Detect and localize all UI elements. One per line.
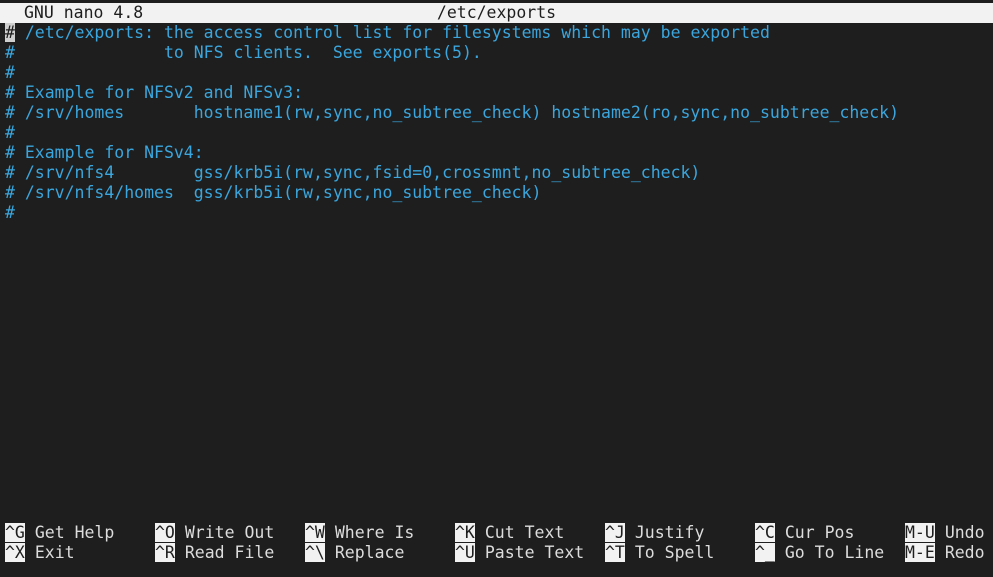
shortcut-exit[interactable]: ^X Exit xyxy=(5,543,75,563)
editor-line[interactable]: # /srv/homes hostname1(rw,sync,no_subtre… xyxy=(0,103,993,123)
file-name: /etc/exports xyxy=(436,3,557,22)
shortcut-bar: ^G Get Help ^O Write Out ^W Where Is ^K Cut … xyxy=(0,523,993,563)
editor-line[interactable]: # Example for NFSv4: xyxy=(0,143,993,163)
shortcut-label: Undo xyxy=(944,523,985,542)
shortcut-go-to-line[interactable]: ^_ Go To Line xyxy=(755,543,884,563)
shortcut-read-file[interactable]: ^R Read File xyxy=(155,543,274,563)
editor-line[interactable]: # xyxy=(0,203,993,223)
editor-line[interactable]: # xyxy=(0,63,993,83)
shortcut-key: ^W xyxy=(305,523,325,542)
shortcut-where-is[interactable]: ^W Where Is xyxy=(305,523,414,543)
shortcut-label: Cur Pos xyxy=(784,523,855,542)
shortcut-label: Get Help xyxy=(34,523,115,542)
shortcut-key: ^J xyxy=(605,523,625,542)
editor-line[interactable]: # Example for NFSv2 and NFSv3: xyxy=(0,83,993,103)
shortcut-label: Redo xyxy=(944,543,985,562)
shortcut-paste-text[interactable]: ^U Paste Text xyxy=(455,543,584,563)
shortcut-key: ^R xyxy=(155,543,175,562)
shortcut-label: Read File xyxy=(184,543,275,562)
editor-line[interactable]: # to NFS clients. See exports(5). xyxy=(0,43,993,63)
shortcut-key: ^T xyxy=(605,543,625,562)
shortcut-label: Paste Text xyxy=(484,543,585,562)
shortcut-key: ^G xyxy=(5,523,25,542)
shortcut-key: ^_ xyxy=(755,543,775,562)
shortcut-key: ^K xyxy=(455,523,475,542)
shortcut-get-help[interactable]: ^G Get Help xyxy=(5,523,114,543)
editor-line[interactable]: # /srv/nfs4 gss/krb5i(rw,sync,fsid=0,cro… xyxy=(0,163,993,183)
shortcut-replace[interactable]: ^\ Replace xyxy=(305,543,404,563)
shortcut-cur-pos[interactable]: ^C Cur Pos xyxy=(755,523,854,543)
shortcut-label: Write Out xyxy=(184,523,275,542)
shortcut-label: Cut Text xyxy=(484,523,565,542)
shortcut-write-out[interactable]: ^O Write Out xyxy=(155,523,274,543)
shortcut-label: To Spell xyxy=(634,543,715,562)
shortcut-label: Exit xyxy=(34,543,75,562)
shortcut-label: Replace xyxy=(334,543,405,562)
editor-line-text: /etc/exports: the access control list fo… xyxy=(14,23,770,42)
shortcut-justify[interactable]: ^J Justify xyxy=(605,523,704,543)
shortcut-key: ^O xyxy=(155,523,175,542)
shortcut-key: ^U xyxy=(455,543,475,562)
text-cursor: # xyxy=(5,23,15,42)
shortcut-key: M-E xyxy=(905,543,935,562)
shortcut-undo[interactable]: M-U Undo xyxy=(905,523,985,543)
shortcut-key: ^C xyxy=(755,523,775,542)
shortcut-cut-text[interactable]: ^K Cut Text xyxy=(455,523,564,543)
editor-area[interactable]: # /etc/exports: the access control list … xyxy=(0,23,993,223)
shortcut-label: Go To Line xyxy=(784,543,885,562)
shortcut-key: M-U xyxy=(905,523,935,542)
editor-line[interactable]: # /etc/exports: the access control list … xyxy=(0,23,993,43)
shortcut-key: ^X xyxy=(5,543,25,562)
shortcut-redo[interactable]: M-E Redo xyxy=(905,543,985,563)
shortcut-row: ^X Exit ^R Read File ^\ Replace ^U Paste Tex… xyxy=(0,543,993,563)
editor-line[interactable]: # /srv/nfs4/homes gss/krb5i(rw,sync,no_s… xyxy=(0,183,993,203)
shortcut-label: Justify xyxy=(634,523,705,542)
shortcut-row: ^G Get Help ^O Write Out ^W Where Is ^K Cut … xyxy=(0,523,993,543)
shortcut-label: Where Is xyxy=(334,523,415,542)
shortcut-to-spell[interactable]: ^T To Spell xyxy=(605,543,714,563)
editor-line[interactable]: # xyxy=(0,123,993,143)
shortcut-key: ^\ xyxy=(305,543,325,562)
nano-title-bar: GNU nano 4.8 /etc/exports xyxy=(0,3,993,23)
